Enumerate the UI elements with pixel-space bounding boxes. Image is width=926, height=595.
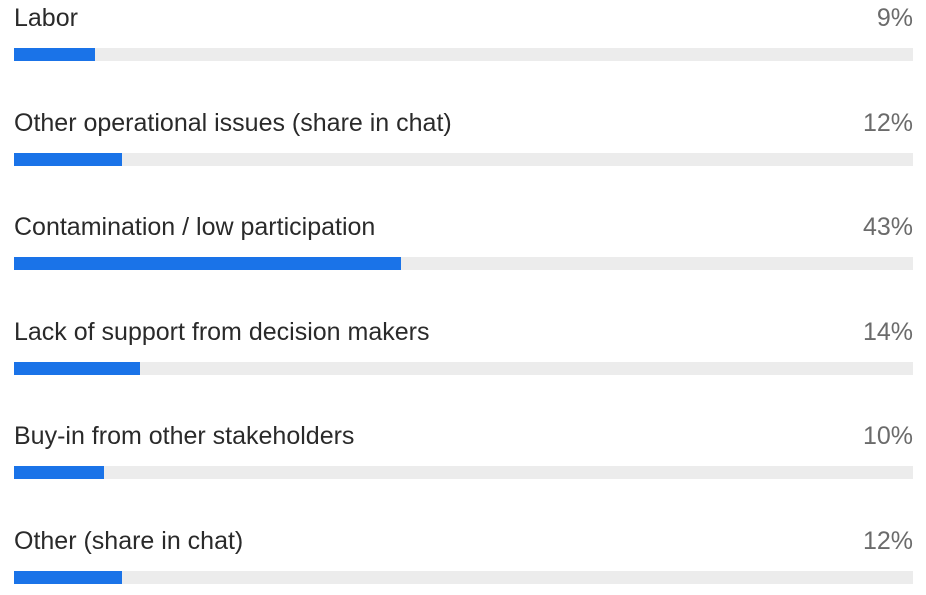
poll-results: Labor 9% Other operational issues (share i…: [14, 0, 913, 585]
poll-bar-track: [14, 257, 913, 271]
poll-option-label: Other (share in chat): [14, 527, 244, 555]
poll-bar: [14, 257, 401, 271]
poll-bar: [14, 466, 104, 480]
poll-option-percent: 12%: [862, 527, 913, 555]
poll-option: Other (share in chat) 12%: [14, 523, 913, 595]
poll-option-header: Buy-in from other stakeholders 10%: [14, 418, 913, 454]
poll-option: Buy-in from other stakeholders 10%: [14, 418, 913, 490]
poll-option-label: Lack of support from decision makers: [14, 317, 430, 346]
poll-option-header: Contamination / low participation 43%: [14, 209, 913, 245]
poll-option: Contamination / low participation 43%: [14, 209, 913, 281]
poll-option-label: Buy-in from other stakeholders: [14, 422, 355, 451]
poll-option: Labor 9%: [14, 0, 913, 72]
poll-option: Other operational issues (share in chat)…: [14, 105, 913, 177]
poll-bar-track: [14, 466, 913, 480]
poll-option-header: Other operational issues (share in chat)…: [14, 105, 913, 141]
poll-option-percent: 9%: [876, 4, 913, 32]
poll-option-percent: 43%: [862, 213, 913, 242]
poll-option: Lack of support from decision makers 14%: [14, 314, 913, 386]
poll-bar-track: [14, 48, 913, 61]
poll-option-label: Labor: [14, 4, 78, 32]
poll-bar-track: [14, 361, 913, 375]
poll-bar-track: [14, 152, 913, 166]
poll-option-label: Other operational issues (share in chat): [14, 108, 452, 137]
poll-bar: [14, 48, 95, 61]
poll-option-percent: 14%: [862, 317, 913, 346]
poll-option-percent: 12%: [862, 108, 913, 137]
poll-bar: [14, 152, 122, 166]
poll-option-label: Contamination / low participation: [14, 213, 376, 242]
poll-bar: [14, 361, 140, 375]
poll-bar-track: [14, 571, 913, 584]
poll-option-percent: 10%: [862, 422, 913, 451]
poll-bar: [14, 571, 122, 584]
poll-option-header: Lack of support from decision makers 14%: [14, 314, 913, 350]
poll-option-header: Labor 9%: [14, 0, 913, 36]
poll-option-header: Other (share in chat) 12%: [14, 523, 913, 559]
